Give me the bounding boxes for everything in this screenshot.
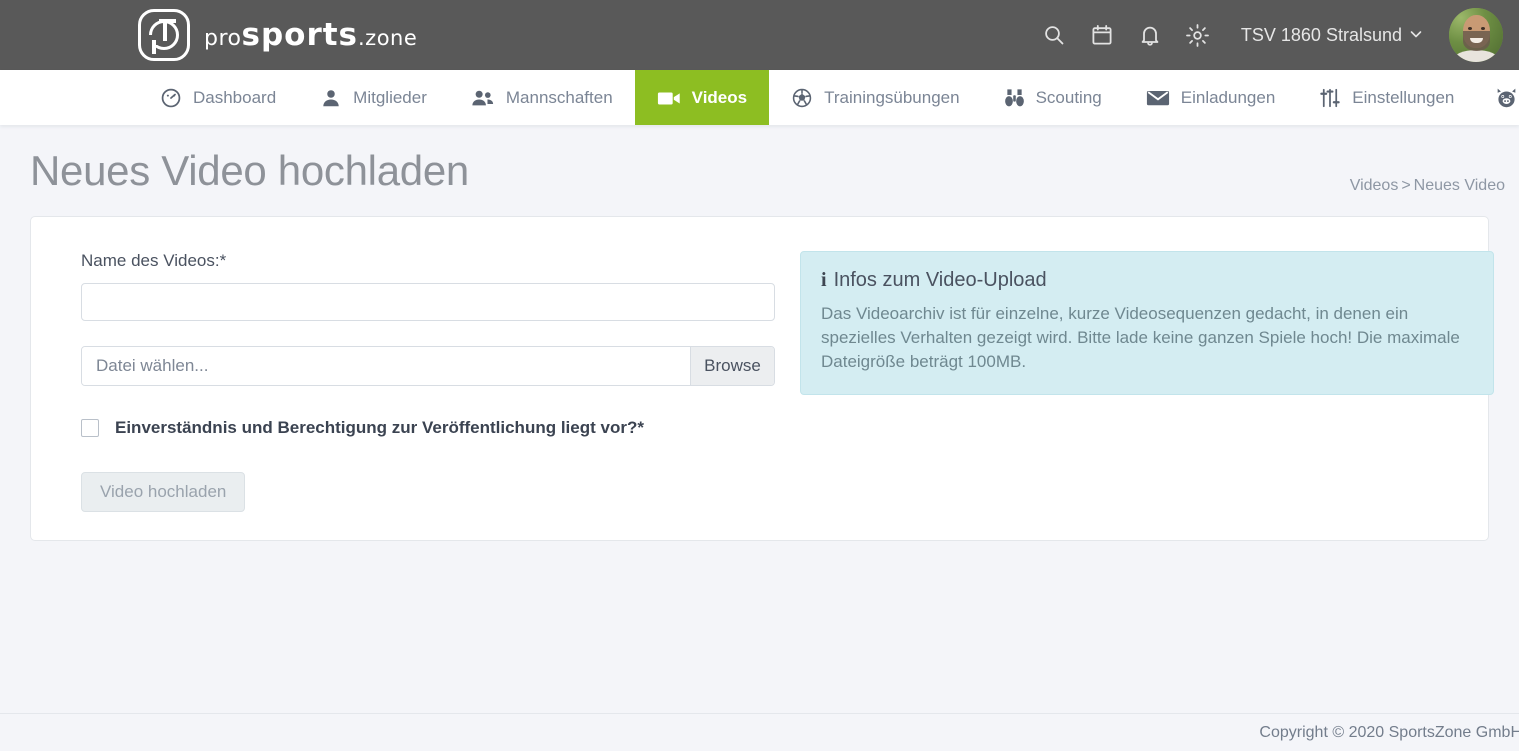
breadcrumb-separator: > bbox=[1401, 177, 1411, 194]
nav-item-mannschaften[interactable]: Mannschaften bbox=[449, 70, 635, 125]
info-panel: i Infos zum Video-Upload Das Videoarchiv… bbox=[800, 251, 1494, 396]
team-selector[interactable]: TSV 1860 Stralsund bbox=[1241, 25, 1423, 46]
upload-form: Name des Videos:* Datei wählen... Browse… bbox=[51, 239, 775, 512]
nav-item-label: Mannschaften bbox=[505, 87, 613, 107]
nav-item-einladungen[interactable]: Einladungen bbox=[1124, 70, 1298, 125]
info-panel-title: i Infos zum Video-Upload bbox=[821, 269, 1473, 292]
logo-text-sports: sports bbox=[241, 17, 358, 53]
nav-item-dashboard[interactable]: Dashboard bbox=[138, 70, 298, 125]
gear-icon[interactable] bbox=[1185, 22, 1211, 48]
nav-item-label: Videos bbox=[691, 87, 748, 107]
page-footer: Copyright © 2020 SportsZone GmbH bbox=[0, 713, 1519, 751]
nav-item-label: Mitglieder bbox=[353, 87, 427, 107]
info-panel-body: Das Videoarchiv ist für einzelne, kurze … bbox=[821, 304, 1460, 372]
header-actions: TSV 1860 Stralsund bbox=[1041, 8, 1519, 62]
envelope-icon bbox=[1146, 88, 1170, 108]
nav-item-label: Dashboard bbox=[193, 87, 277, 107]
file-name-display: Datei wählen... bbox=[82, 347, 690, 385]
page-title: Neues Video hochladen bbox=[30, 147, 469, 194]
nav-item-pig[interactable] bbox=[1476, 70, 1519, 125]
calendar-icon[interactable] bbox=[1089, 22, 1115, 48]
bell-icon[interactable] bbox=[1137, 22, 1163, 48]
consent-checkbox[interactable] bbox=[81, 419, 99, 437]
upload-video-button[interactable]: Video hochladen bbox=[81, 472, 246, 512]
breadcrumb-current: Neues Video bbox=[1413, 177, 1505, 194]
page-header: Neues Video hochladen Videos > Neues Video bbox=[0, 125, 1519, 203]
gauge-icon bbox=[160, 87, 182, 109]
person-icon bbox=[320, 87, 342, 109]
prosports-logo-icon bbox=[138, 9, 190, 61]
binoculars-icon bbox=[1004, 87, 1025, 109]
nav-item-einstellungen[interactable]: Einstellungen bbox=[1297, 70, 1476, 125]
nav-item-mitglieder[interactable]: Mitglieder bbox=[298, 70, 449, 125]
info-icon: i bbox=[821, 269, 827, 291]
browse-button[interactable]: Browse bbox=[690, 347, 774, 385]
logo-text-pro: pro bbox=[204, 26, 242, 51]
info-column: i Infos zum Video-Upload Das Videoarchiv… bbox=[775, 239, 1494, 512]
main-navigation: Dashboard Mitglieder Mannschaften Videos… bbox=[0, 70, 1519, 125]
team-selector-label: TSV 1860 Stralsund bbox=[1240, 24, 1402, 45]
pig-icon bbox=[1494, 86, 1519, 110]
consent-row: Einverständnis und Berechtigung zur Verö… bbox=[81, 418, 775, 438]
nav-item-label: Einstellungen bbox=[1352, 87, 1455, 107]
app-logo[interactable]: prosports.zone bbox=[138, 9, 417, 61]
chevron-down-icon bbox=[1409, 25, 1423, 46]
info-panel-title-text: Infos zum Video-Upload bbox=[833, 269, 1047, 291]
copyright-text: Copyright © 2020 SportsZone GmbH bbox=[1259, 723, 1519, 741]
nav-item-label: Trainingsübungen bbox=[824, 87, 960, 107]
nav-item-label: Einladungen bbox=[1180, 87, 1276, 107]
breadcrumb: Videos > Neues Video bbox=[1350, 177, 1505, 195]
nav-item-videos[interactable]: Videos bbox=[634, 70, 770, 125]
file-picker[interactable]: Datei wählen... Browse bbox=[81, 346, 775, 386]
video-name-label: Name des Videos:* bbox=[81, 251, 227, 270]
nav-item-scouting[interactable]: Scouting bbox=[982, 70, 1124, 125]
sliders-icon bbox=[1319, 87, 1341, 109]
top-header-bar: prosports.zone TSV 1860 Stralsund bbox=[0, 0, 1519, 70]
avatar[interactable] bbox=[1449, 8, 1503, 62]
logo-text-zone: .zone bbox=[358, 26, 418, 50]
soccer-ball-icon bbox=[791, 87, 813, 109]
nav-item-label: Scouting bbox=[1035, 87, 1102, 107]
search-icon[interactable] bbox=[1041, 22, 1067, 48]
video-name-input[interactable] bbox=[81, 283, 775, 321]
app-logo-text: prosports.zone bbox=[204, 17, 417, 53]
video-camera-icon bbox=[657, 88, 681, 108]
nav-item-trainingsuebungen[interactable]: Trainingsübungen bbox=[769, 70, 981, 125]
breadcrumb-parent[interactable]: Videos bbox=[1350, 177, 1399, 194]
consent-label: Einverständnis und Berechtigung zur Verö… bbox=[115, 418, 644, 437]
people-icon bbox=[471, 87, 495, 109]
upload-card: Name des Videos:* Datei wählen... Browse… bbox=[30, 216, 1494, 541]
